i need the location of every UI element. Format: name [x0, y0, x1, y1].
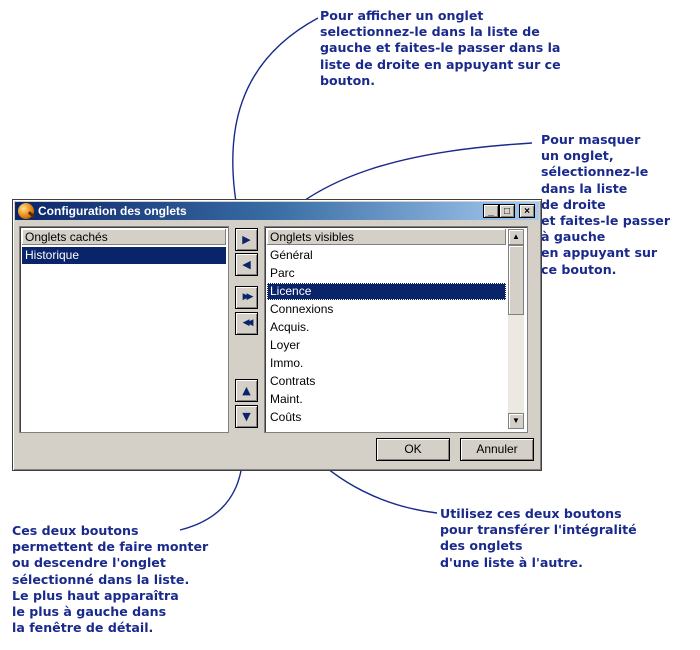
- double-arrow-left-icon: ◀◀: [242, 318, 254, 328]
- move-up-button[interactable]: ▲: [235, 379, 258, 402]
- visible-tab-item[interactable]: Connexions: [267, 301, 506, 318]
- cancel-button[interactable]: Annuler: [460, 438, 534, 461]
- minimize-button[interactable]: _: [483, 204, 499, 218]
- maximize-button[interactable]: □: [499, 204, 515, 218]
- title-bar[interactable]: Configuration des onglets _ □ ×: [15, 202, 539, 220]
- arrow-top-callout: [232, 17, 319, 227]
- scroll-up-icon[interactable]: ▲: [508, 229, 524, 245]
- hide-all-tabs-button[interactable]: ◀◀: [235, 312, 258, 335]
- callout-move-up-down: Ces deux boutons permettent de faire mon…: [12, 523, 209, 636]
- visible-tab-item[interactable]: Contrats: [267, 373, 506, 390]
- app-icon: [18, 203, 34, 219]
- arrow-right-icon: ▶: [242, 233, 251, 246]
- visible-tab-item[interactable]: Maint.: [267, 391, 506, 408]
- hidden-tabs-header[interactable]: Onglets cachés: [22, 229, 226, 245]
- visible-tabs-header[interactable]: Onglets visibles: [267, 229, 506, 245]
- move-down-button[interactable]: ▼: [235, 405, 258, 428]
- visible-tab-item-selected[interactable]: Licence: [267, 283, 506, 300]
- visible-tab-item[interactable]: Parc: [267, 265, 506, 282]
- visible-tab-item[interactable]: Acquis.: [267, 319, 506, 336]
- callout-hide-tab: Pour masquer un onglet, sélectionnez-le …: [541, 132, 671, 277]
- show-tab-button[interactable]: ▶: [235, 228, 258, 251]
- scroll-thumb[interactable]: [508, 245, 524, 315]
- show-all-tabs-button[interactable]: ▶▶: [235, 286, 258, 309]
- tab-configuration-dialog: Configuration des onglets _ □ × Onglets …: [12, 199, 542, 471]
- arrow-down-icon: ▼: [242, 410, 251, 423]
- visible-tabs-list[interactable]: Onglets visibles Général Parc Licence Co…: [264, 226, 528, 433]
- callout-transfer-all: Utilisez ces deux boutons pour transfére…: [440, 506, 637, 570]
- scroll-down-icon[interactable]: ▼: [508, 413, 524, 429]
- visible-tab-item[interactable]: Général: [267, 247, 506, 264]
- hidden-tabs-list[interactable]: Onglets cachés Historique: [19, 226, 229, 433]
- arrow-left-icon: ◀: [242, 258, 251, 271]
- visible-tab-item[interactable]: Immo.: [267, 355, 506, 372]
- double-arrow-right-icon: ▶▶: [242, 292, 254, 302]
- vertical-scrollbar[interactable]: ▲ ▼: [508, 229, 524, 429]
- arrow-up-icon: ▲: [242, 384, 251, 397]
- hide-tab-button[interactable]: ◀: [235, 253, 258, 276]
- ok-button[interactable]: OK: [376, 438, 450, 461]
- visible-tab-item[interactable]: Loyer: [267, 337, 506, 354]
- callout-show-tab: Pour afficher un onglet selectionnez-le …: [320, 8, 561, 88]
- visible-tab-item[interactable]: Coûts: [267, 409, 506, 428]
- hidden-tab-historique[interactable]: Historique: [22, 247, 226, 264]
- close-button[interactable]: ×: [519, 204, 535, 218]
- window-title: Configuration des onglets: [38, 204, 187, 218]
